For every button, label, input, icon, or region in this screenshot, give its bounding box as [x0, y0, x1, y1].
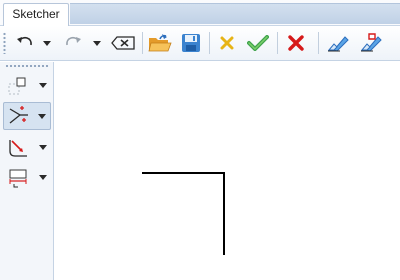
undo-icon	[17, 36, 32, 46]
redo-icon	[66, 36, 81, 46]
dimension-icon	[9, 169, 27, 188]
toolbar-separator	[318, 32, 319, 54]
sketcher-toolbar	[0, 26, 400, 61]
chevron-down-icon[interactable]	[39, 145, 47, 150]
toolbar-separator	[209, 32, 210, 54]
folder-open-icon	[148, 34, 172, 52]
tool-sidebar	[0, 62, 54, 280]
open-button[interactable]	[146, 30, 174, 56]
fillet-tool-button[interactable]	[3, 134, 51, 162]
tab-strip: Sketcher	[0, 0, 400, 27]
chevron-down-icon[interactable]	[39, 175, 47, 180]
rectangle-dashed-icon	[8, 77, 26, 95]
yellow-x-icon	[220, 36, 234, 50]
fillet-corner-icon	[9, 140, 27, 157]
tab-sketcher[interactable]: Sketcher	[3, 3, 69, 27]
sketch-drawing	[142, 172, 225, 255]
eraser-icon	[327, 36, 349, 52]
accept-button[interactable]	[244, 30, 272, 56]
cancel-yellow-button[interactable]	[214, 30, 240, 56]
eraser-button[interactable]	[324, 30, 352, 56]
eraser-red-icon	[360, 33, 382, 52]
red-x-icon	[288, 35, 304, 51]
chevron-down-icon[interactable]	[39, 83, 47, 88]
redo-button[interactable]	[60, 30, 86, 56]
close-button[interactable]	[282, 30, 310, 56]
green-check-icon	[247, 35, 269, 51]
undo-dropdown-button[interactable]	[40, 30, 54, 56]
toolbar-separator	[142, 32, 143, 54]
redo-dropdown-button[interactable]	[90, 30, 104, 56]
trim-tool-button[interactable]	[3, 102, 51, 130]
save-button[interactable]	[178, 30, 204, 56]
line-points-icon	[9, 106, 28, 124]
chevron-down-icon[interactable]	[38, 114, 46, 119]
floppy-disk-icon	[182, 34, 200, 52]
sidebar-grip[interactable]	[5, 65, 49, 67]
dimension-tool-button[interactable]	[3, 164, 51, 192]
undo-button[interactable]	[12, 30, 38, 56]
toolbar-grip[interactable]	[3, 32, 6, 54]
tab-label: Sketcher	[12, 7, 60, 21]
sketch-polyline[interactable]	[142, 172, 225, 255]
sketch-rectangle-tool-button[interactable]	[3, 72, 51, 100]
backspace-icon	[111, 36, 135, 50]
eraser-red-button[interactable]	[356, 30, 386, 56]
chevron-down-icon	[93, 40, 101, 46]
toolbar-separator	[277, 32, 278, 54]
chevron-down-icon	[43, 40, 51, 46]
delete-button[interactable]	[108, 30, 138, 56]
sketch-canvas[interactable]	[55, 62, 400, 280]
tab-strip-fill	[70, 3, 400, 24]
